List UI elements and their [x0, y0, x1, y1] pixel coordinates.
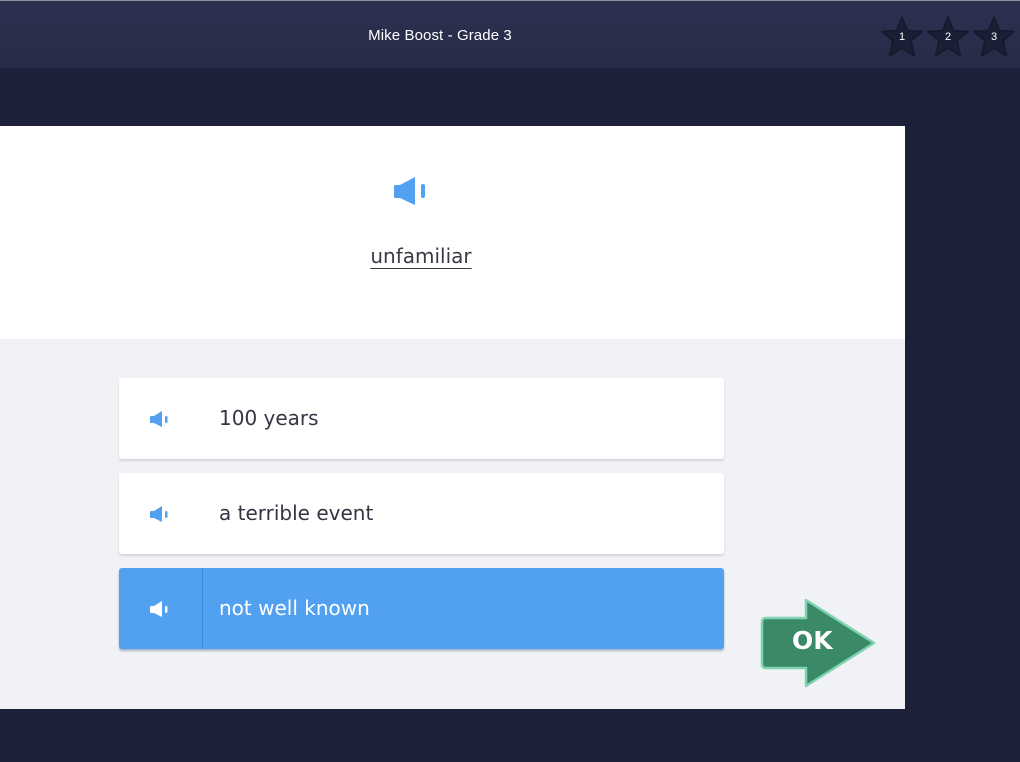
answer-option-1[interactable]: 100 years	[119, 378, 724, 459]
speaker-icon	[149, 600, 167, 617]
question-speaker-button[interactable]	[391, 174, 435, 208]
star-1: 1	[880, 15, 924, 59]
answer-text: 100 years	[219, 406, 319, 430]
star-number: 2	[944, 31, 952, 43]
star-progress: 1 2 3	[880, 15, 1016, 59]
star-number: 1	[898, 31, 906, 43]
answer-option-3[interactable]: not well known	[119, 568, 724, 649]
ok-button[interactable]: OK	[758, 596, 880, 690]
answer-speaker-button[interactable]	[119, 378, 203, 459]
answer-text: a terrible event	[219, 501, 374, 525]
question-panel: unfamiliar	[0, 126, 905, 339]
star-3: 3	[972, 15, 1016, 59]
top-bar: Mike Boost - Grade 3 1 2 3	[0, 0, 1020, 68]
speaker-icon	[394, 177, 425, 205]
answer-text: not well known	[219, 596, 370, 620]
speaker-icon	[150, 410, 168, 427]
speaker-icon	[150, 505, 168, 522]
ok-label: OK	[792, 626, 833, 655]
star-number: 3	[990, 31, 998, 43]
star-2: 2	[926, 15, 970, 59]
answer-option-2[interactable]: a terrible event	[119, 473, 724, 554]
activity-title: Mike Boost - Grade 3	[368, 27, 512, 44]
answer-speaker-button[interactable]	[119, 473, 203, 554]
answer-list: 100 years a terrible event not well know…	[119, 378, 724, 663]
question-word: unfamiliar	[370, 244, 472, 268]
answer-speaker-button[interactable]	[119, 568, 203, 649]
